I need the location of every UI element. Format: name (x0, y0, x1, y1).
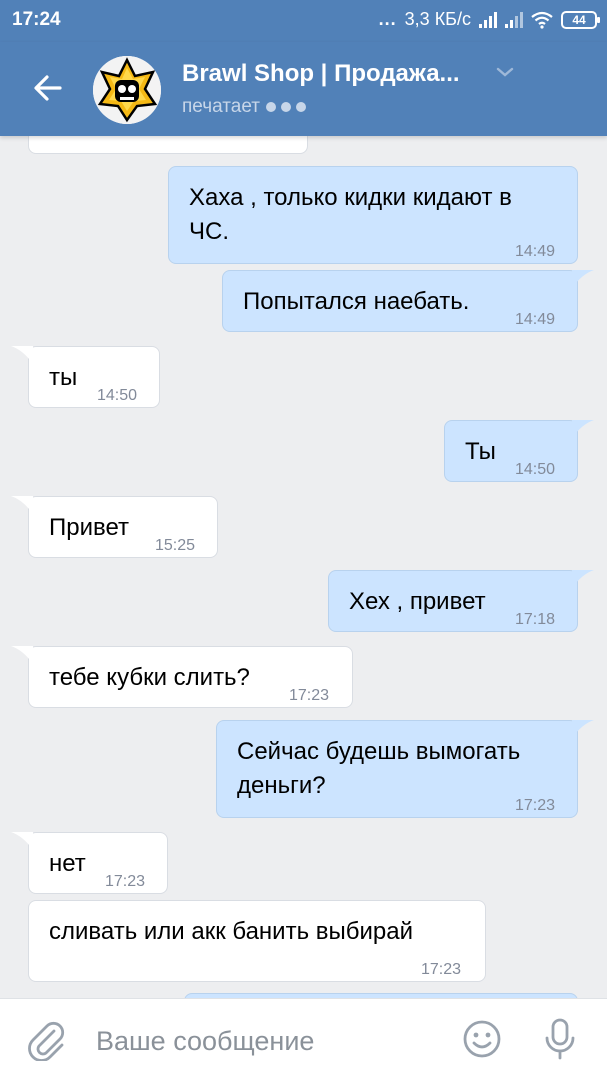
avatar[interactable] (93, 56, 161, 124)
message-text: Хаха , только кидки кидают в (189, 184, 512, 211)
message-text: Попытался наебать. (243, 288, 470, 315)
chat-title[interactable]: Brawl Shop | Продажа... (182, 60, 460, 88)
message-text: нет (49, 850, 86, 877)
message-text: ты (49, 364, 78, 391)
bubble-tail (11, 646, 33, 664)
message-time: 17:23 (289, 687, 330, 704)
message-time: 14:50 (515, 461, 556, 478)
network-speed: 3,3 КБ/с (404, 9, 471, 29)
message-time: 17:23 (421, 961, 462, 978)
bubble-tail (11, 496, 33, 514)
message-time: 14:48 (245, 136, 285, 149)
message-time: 15:25 (155, 537, 196, 554)
message-text: Хех , привет (349, 588, 486, 615)
status-time: 17:24 (12, 9, 61, 30)
back-arrow-icon[interactable] (30, 70, 66, 106)
status-indicators: ... 3,3 КБ/с 44 (378, 9, 600, 30)
message-time: 14:49 (515, 311, 556, 328)
message-input[interactable] (96, 1021, 436, 1061)
message-incoming[interactable]: ты 14:50 (28, 346, 160, 408)
message-incoming[interactable]: нет 17:23 (28, 832, 168, 894)
bubble-tail (572, 720, 594, 738)
signal-icon (479, 11, 497, 28)
brawl-stars-logo-icon (93, 56, 161, 124)
message-text: Сейчас будешь вымогать (237, 738, 521, 765)
message-outgoing[interactable]: Ты 14:50 (444, 420, 578, 482)
message-time: 17:23 (105, 873, 146, 890)
bubble-tail (572, 420, 594, 438)
typing-status: печатает (182, 96, 306, 118)
bubble-tail (11, 832, 33, 850)
message-outgoing[interactable]: Хех , привет 17:18 (328, 570, 578, 632)
message-outgoing[interactable]: Попытался наебать. 14:49 (222, 270, 578, 332)
bubble-tail (572, 270, 594, 288)
message-time: 14:50 (97, 387, 138, 404)
message-incoming[interactable]: Привет 15:25 (28, 496, 218, 558)
message-time: 17:23 (515, 797, 556, 814)
chevron-down-icon[interactable] (494, 64, 516, 80)
message-incoming[interactable]: тебе кубки слить? 17:23 (28, 646, 353, 708)
message-composer (0, 998, 607, 1080)
message-text: Привет (49, 514, 130, 541)
message-text: Ты (465, 438, 496, 465)
typing-label: печатает (182, 96, 260, 117)
bubble-tail (11, 346, 33, 364)
message-text-line2: деньги? (237, 772, 326, 799)
attach-icon[interactable] (26, 1019, 66, 1061)
message-time: 14:49 (515, 243, 556, 260)
message-outgoing[interactable]: Хаха , только кидки кидают в ЧС. 14:49 (168, 166, 578, 264)
typing-dots-icon (265, 102, 306, 112)
message-text: сливать или акк банить выбирай (49, 918, 413, 945)
status-more-indicator: ... (378, 9, 397, 29)
message-time: 17:18 (515, 611, 556, 628)
signal-icon-2 (505, 11, 523, 28)
message-outgoing[interactable]: Сейчас будешь вымогать деньги? 17:23 (216, 720, 578, 818)
message-list[interactable]: 14:48 Хаха , только кидки кидают в ЧС. 1… (0, 136, 607, 998)
battery-icon: 44 (561, 10, 600, 29)
emoji-icon[interactable] (462, 1019, 502, 1059)
message-text-line2: ЧС. (189, 218, 229, 245)
message-incoming-partial[interactable]: 14:48 (28, 136, 308, 154)
wifi-icon (531, 11, 553, 29)
status-bar: 17:24 ... 3,3 КБ/с 44 (0, 0, 607, 42)
message-text: тебе кубки слить? (49, 664, 250, 691)
message-incoming[interactable]: сливать или акк банить выбирай 17:23 (28, 900, 486, 982)
microphone-icon[interactable] (540, 1017, 580, 1061)
bubble-tail (572, 570, 594, 588)
chat-header: Brawl Shop | Продажа... печатает (0, 42, 607, 136)
